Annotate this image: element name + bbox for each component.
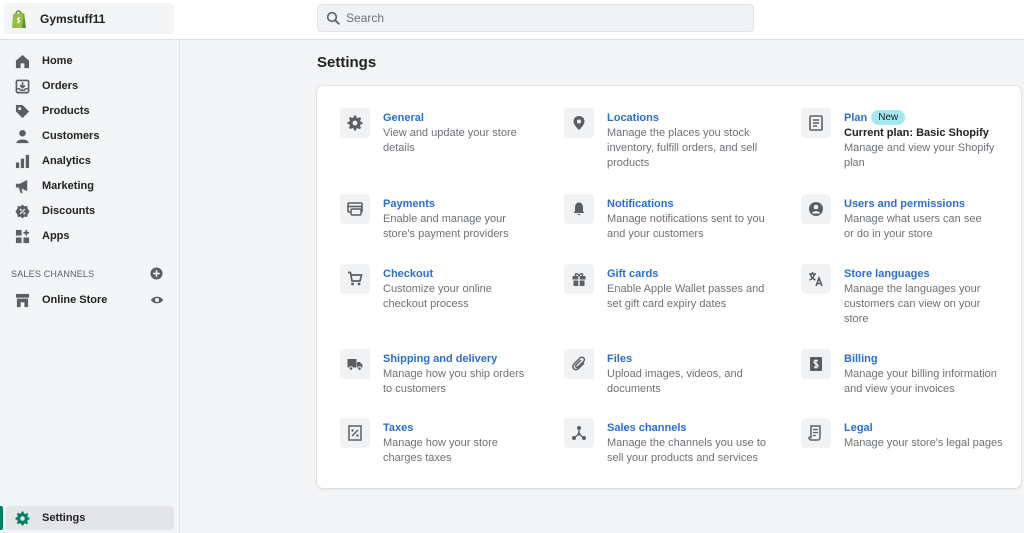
search-input[interactable]: [346, 11, 726, 25]
orders-icon: [14, 78, 30, 94]
sidebar-item-marketing[interactable]: Marketing: [6, 174, 174, 198]
channels-icon: [564, 418, 594, 448]
settings-item-description: Manage how you ship orders to customers: [383, 368, 525, 395]
settings-item-description: View and update your store details: [383, 127, 517, 154]
top-bar: Gymstuff11: [0, 0, 1024, 40]
sidebar-item-label: Home: [42, 55, 73, 67]
settings-item-description: Enable and manage your store's payment p…: [383, 213, 509, 240]
settings-item-title[interactable]: General: [383, 111, 424, 126]
discount-icon: [14, 203, 30, 219]
home-icon: [14, 53, 30, 69]
sidebar-item-home[interactable]: Home: [6, 49, 174, 73]
sidebar-item-apps[interactable]: Apps: [6, 224, 174, 248]
search-icon: [326, 11, 340, 25]
sidebar-item-label: Orders: [42, 80, 79, 92]
store-name: Gymstuff11: [40, 11, 106, 26]
sidebar-item-online-store[interactable]: Online Store: [6, 288, 174, 312]
gear-icon: [14, 510, 30, 526]
bar-chart-icon: [14, 153, 30, 169]
settings-item-title[interactable]: Files: [607, 352, 632, 367]
settings-item-description: Manage and view your Shopify plan: [844, 142, 995, 169]
settings-item-description: Manage your store's legal pages: [844, 437, 1003, 449]
shopify-bag-icon: [10, 8, 28, 30]
settings-item-title[interactable]: Payments: [383, 197, 435, 212]
tag-icon: [14, 103, 30, 119]
settings-item-description: Manage what users can see or do in your …: [844, 213, 982, 240]
settings-item-description: Manage notifications sent to you and you…: [607, 213, 765, 240]
current-plan-text: Current plan: Basic Shopify: [844, 127, 989, 139]
sidebar: Home Orders Products Customers Analytics…: [0, 40, 180, 533]
megaphone-icon: [14, 178, 30, 194]
settings-item-title[interactable]: Gift cards: [607, 267, 658, 282]
settings-card: General View and update your store detai…: [317, 86, 1021, 488]
sidebar-item-label: Customers: [42, 130, 100, 142]
settings-item-title[interactable]: Store languages: [844, 267, 930, 282]
settings-item-description: Manage how your store charges taxes: [383, 437, 498, 464]
sidebar-item-label: Apps: [42, 230, 70, 242]
sidebar-item-orders[interactable]: Orders: [6, 74, 174, 98]
sidebar-item-label: Online Store: [42, 294, 108, 306]
gift-icon: [564, 264, 594, 294]
cart-icon: [340, 264, 370, 294]
payments-icon: [340, 194, 370, 224]
location-pin-icon: [564, 108, 594, 138]
settings-item-title[interactable]: Billing: [844, 352, 878, 367]
sidebar-item-label: Discounts: [42, 205, 96, 217]
settings-item-description: Manage the channels you use to sell your…: [607, 437, 767, 464]
settings-item-description: Manage the languages your customers can …: [844, 283, 981, 325]
truck-icon: [340, 349, 370, 379]
settings-item-title[interactable]: Checkout: [383, 267, 433, 282]
sidebar-item-label: Marketing: [42, 180, 94, 192]
settings-item-description: Upload images, videos, and documents: [607, 368, 743, 395]
sidebar-item-label: Products: [42, 105, 90, 117]
store-switcher[interactable]: Gymstuff11: [4, 3, 174, 34]
settings-item-description: Manage your billing information and view…: [844, 368, 997, 395]
plus-circle-icon[interactable]: [150, 267, 163, 280]
sidebar-item-products[interactable]: Products: [6, 99, 174, 123]
search-bar[interactable]: [317, 4, 754, 32]
apps-icon: [14, 228, 30, 244]
sidebar-item-customers[interactable]: Customers: [6, 124, 174, 148]
settings-item-title[interactable]: Taxes: [383, 421, 413, 436]
settings-item-description: Enable Apple Wallet passes and set gift …: [607, 283, 765, 310]
eye-icon[interactable]: [150, 293, 164, 307]
settings-item-title[interactable]: Sales channels: [607, 421, 687, 436]
gear-icon: [340, 108, 370, 138]
settings-item-title[interactable]: Legal: [844, 421, 873, 436]
store-icon: [14, 292, 30, 308]
settings-item-title[interactable]: Shipping and delivery: [383, 352, 497, 367]
sidebar-item-label: Analytics: [42, 155, 91, 167]
settings-item-title[interactable]: Notifications: [607, 197, 674, 212]
sidebar-item-settings[interactable]: Settings: [0, 506, 174, 530]
page-title: Settings: [317, 54, 377, 71]
bell-icon: [564, 194, 594, 224]
document-icon: [801, 108, 831, 138]
settings-item-description: Customize your online checkout process: [383, 283, 492, 310]
settings-item-title[interactable]: Plan: [844, 111, 867, 126]
new-badge: New: [871, 110, 906, 125]
sidebar-item-label: Settings: [42, 512, 86, 524]
legal-icon: [801, 418, 831, 448]
translate-icon: [801, 264, 831, 294]
sales-channels-heading: SALES CHANNELS: [11, 269, 95, 279]
settings-item-title[interactable]: Locations: [607, 111, 659, 126]
billing-icon: [801, 349, 831, 379]
paperclip-icon: [564, 349, 594, 379]
sidebar-item-discounts[interactable]: Discounts: [6, 199, 174, 223]
settings-item-description: Manage the places you stock inventory, f…: [607, 127, 758, 169]
user-circle-icon: [801, 194, 831, 224]
person-icon: [14, 128, 30, 144]
sidebar-item-analytics[interactable]: Analytics: [6, 149, 174, 173]
taxes-icon: [340, 418, 370, 448]
settings-item-title[interactable]: Users and permissions: [844, 197, 965, 212]
